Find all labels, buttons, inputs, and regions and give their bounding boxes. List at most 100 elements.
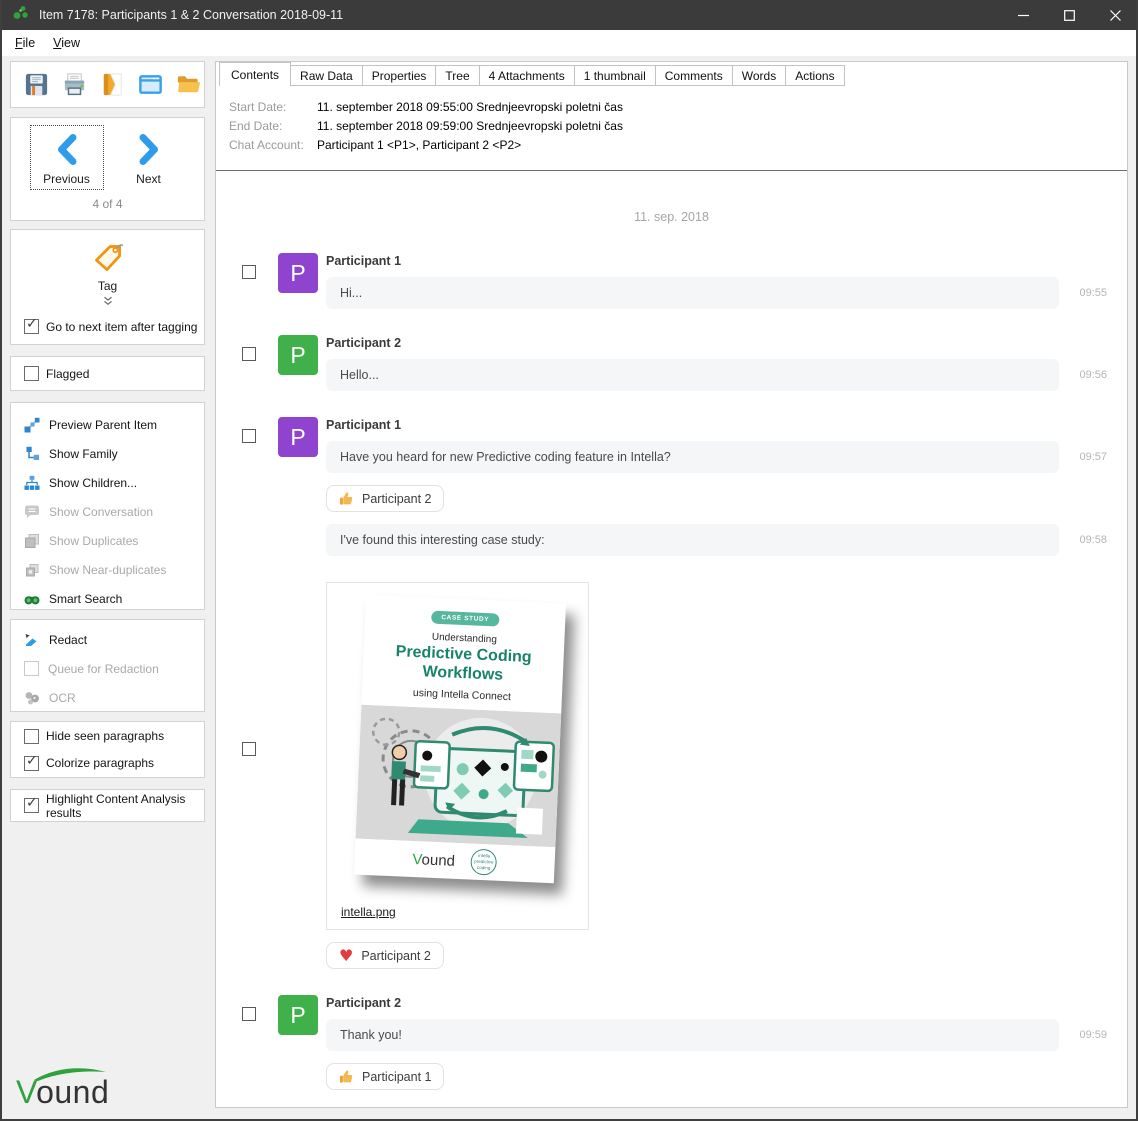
tab-actions[interactable]: Actions [786, 65, 844, 86]
flagged-label: Flagged [46, 367, 89, 381]
message-checkbox[interactable] [242, 742, 256, 756]
cover-subtitle2: using Intella Connect [362, 685, 562, 706]
highlight-label: Highlight Content Analysis results [46, 792, 204, 820]
action-label: Show Family [49, 447, 118, 461]
go-next-checkbox[interactable] [24, 319, 39, 334]
tab-tree[interactable]: Tree [436, 65, 479, 86]
menu-file[interactable]: File [6, 32, 44, 54]
queue-redaction-checkbox [24, 661, 39, 676]
message-checkbox[interactable] [242, 429, 256, 443]
ocr-icon [24, 690, 40, 706]
redact-panel: Redact Queue for Redaction OCR [10, 619, 205, 712]
reaction-badge: ♥ Participant 2 [326, 942, 444, 969]
maximize-icon [1064, 10, 1075, 21]
avatar-participant-1: P [278, 253, 318, 293]
end-date-value: 11. september 2018 09:59:00 Srednjeevrop… [317, 117, 623, 136]
notes-button[interactable] [97, 67, 129, 103]
item-position: 4 of 4 [11, 197, 204, 211]
action-show-conversation: Show Conversation [11, 497, 204, 526]
sender-name: Participant 1 [326, 417, 1107, 433]
save-button[interactable] [21, 67, 53, 103]
open-folder-button[interactable] [172, 67, 204, 103]
cover-predictive-coding-badge: intella predictive coding [470, 849, 497, 876]
chat-message: P Participant 2 Hello... 09:56 [242, 335, 1107, 391]
next-icon [134, 133, 164, 166]
message-checkbox[interactable] [242, 347, 256, 361]
menubar: File View [0, 30, 1138, 56]
navigation-panel: Previous Next 4 of 4 [10, 117, 205, 221]
item-actions-panel: Preview Parent Item Show Family Show Chi… [10, 402, 205, 610]
cover-illustration [356, 705, 562, 848]
message-checkbox[interactable] [242, 265, 256, 279]
action-smart-search[interactable]: Smart Search [11, 584, 204, 613]
action-preview-parent-item[interactable]: Preview Parent Item [11, 410, 204, 439]
sender-name: Participant 2 [326, 335, 1107, 351]
action-label: Show Near-duplicates [49, 563, 166, 577]
tab-bar: Contents Raw Data Properties Tree 4 Atta… [219, 62, 845, 86]
highlight-checkbox[interactable] [24, 798, 39, 813]
action-label: Show Children... [49, 476, 137, 490]
chat-account-value: Participant 1 <P1>, Participant 2 <P2> [317, 136, 521, 155]
tab-words[interactable]: Words [733, 65, 786, 86]
chevron-double-down-icon [102, 296, 114, 306]
hide-seen-label: Hide seen paragraphs [46, 729, 164, 743]
binoculars-icon [24, 591, 40, 607]
tab-attachments[interactable]: 4 Attachments [480, 65, 575, 86]
tag-button[interactable]: Tag [69, 237, 147, 306]
action-show-family[interactable]: Show Family [11, 439, 204, 468]
tab-raw-data[interactable]: Raw Data [291, 65, 363, 86]
app-window: Item 7178: Participants 1 & 2 Conversati… [0, 0, 1138, 1121]
message-time: 09:58 [1067, 534, 1107, 546]
maximize-button[interactable] [1046, 0, 1092, 30]
avatar-placeholder [278, 582, 318, 622]
tab-comments[interactable]: Comments [656, 65, 733, 86]
cover-vound-logo: Vound [412, 851, 455, 870]
attachment-image[interactable]: CASE STUDY Understanding Predictive Codi… [354, 595, 566, 883]
queue-redaction-label: Queue for Redaction [48, 662, 159, 676]
menu-view[interactable]: View [44, 32, 89, 54]
window-icon [137, 71, 164, 98]
minimize-button[interactable] [1000, 0, 1046, 30]
reaction-by: Participant 2 [361, 949, 430, 963]
tab-thumbnail[interactable]: 1 thumbnail [575, 65, 656, 86]
children-tree-icon [24, 475, 40, 491]
avatar-participant-2: P [278, 995, 318, 1035]
chat-message: P Participant 2 Thank you! 09:59 [242, 995, 1107, 1090]
previous-button[interactable]: Previous [30, 125, 104, 190]
print-button[interactable] [59, 67, 91, 103]
colorize-checkbox[interactable] [24, 756, 39, 771]
window-button[interactable] [134, 67, 166, 103]
queue-redaction-row: Queue for Redaction [11, 654, 204, 683]
heart-icon: ♥ [339, 948, 353, 964]
flagged-panel: Flagged [10, 356, 205, 391]
cover-badge: CASE STUDY [431, 611, 499, 627]
action-show-children[interactable]: Show Children... [11, 468, 204, 497]
close-button[interactable] [1092, 0, 1138, 30]
reaction-by: Participant 2 [362, 492, 431, 506]
near-duplicates-icon [24, 562, 40, 578]
minimize-icon [1018, 10, 1029, 21]
metadata-header: Start Date: 11. september 2018 09:55:00 … [229, 98, 623, 155]
hide-seen-checkbox[interactable] [24, 729, 39, 744]
flagged-checkbox[interactable] [24, 366, 39, 381]
thumbs-up-icon [339, 1069, 354, 1084]
go-next-label: Go to next item after tagging [46, 320, 197, 334]
tab-properties[interactable]: Properties [363, 65, 437, 86]
chat-message: P Participant 1 Have you heard for new P… [242, 417, 1107, 556]
tab-contents[interactable]: Contents [219, 62, 291, 86]
next-button[interactable]: Next [112, 125, 186, 190]
chat-account-label: Chat Account: [229, 136, 317, 155]
save-icon [23, 71, 50, 98]
attachment-filename-link[interactable]: intella.png [341, 905, 396, 919]
tag-panel: Tag Go to next item after tagging [10, 229, 205, 345]
reaction-by: Participant 1 [362, 1070, 431, 1084]
chat-message: P Participant 1 Hi... 09:55 [242, 253, 1107, 309]
redact-button[interactable]: Redact [11, 625, 204, 654]
paragraphs-panel: Hide seen paragraphs Colorize paragraphs [10, 721, 205, 778]
message-time: 09:55 [1067, 287, 1107, 299]
tag-label: Tag [98, 279, 117, 293]
print-icon [61, 71, 88, 98]
open-folder-icon [175, 71, 202, 98]
message-checkbox[interactable] [242, 1007, 256, 1021]
action-label: Preview Parent Item [49, 418, 157, 432]
